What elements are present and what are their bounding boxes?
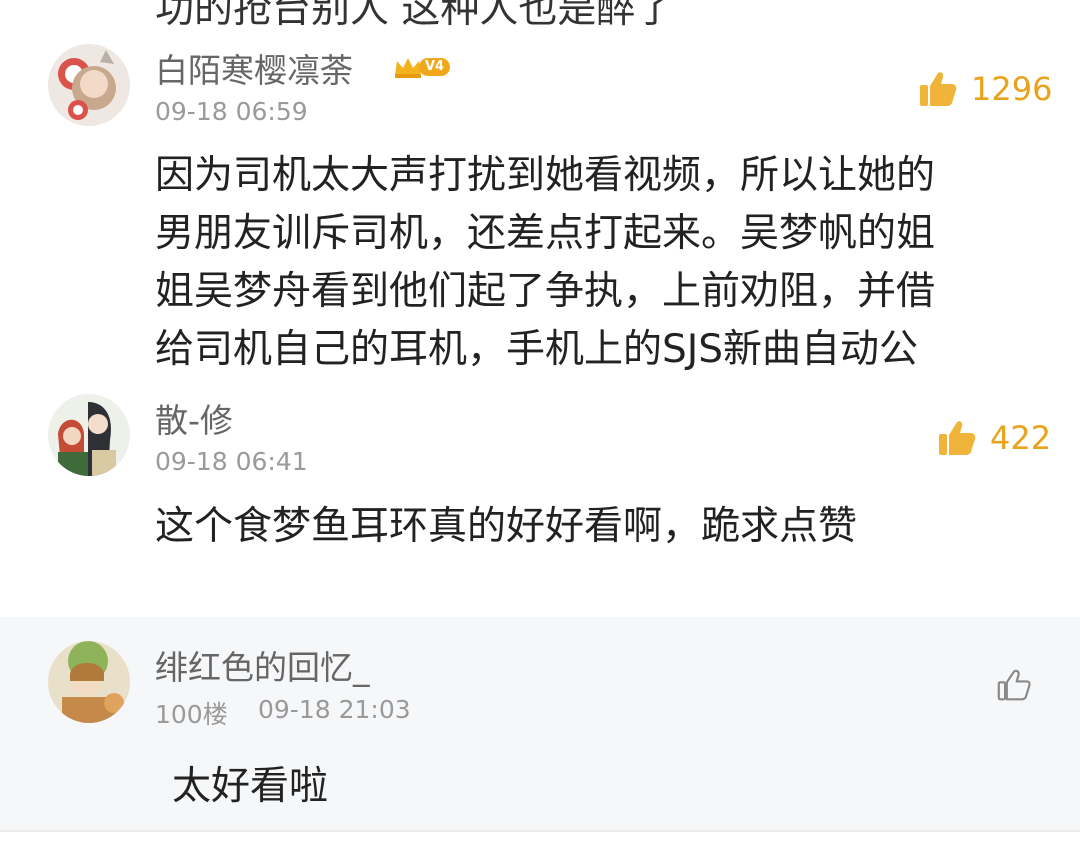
comment-item: 白陌寒樱凛荼 V4 09-18 06:59 1296 因为司机太大声打扰到她看视… <box>0 38 1080 383</box>
comment-timestamp: 09-18 21:03 <box>258 695 411 724</box>
like-button[interactable] <box>997 668 1031 702</box>
comment-text: 因为司机太大声打扰到她看视频，所以让她的 男朋友训斥司机，还差点打起来。吴梦帆的… <box>155 153 936 372</box>
truncated-previous-comment-text: 功的抢台别人 这种人也是醉了 <box>155 0 675 32</box>
username[interactable]: 白陌寒樱凛荼 <box>155 44 353 92</box>
like-count: 422 <box>990 419 1052 457</box>
divider <box>0 830 1080 832</box>
vip-level-label: V4 <box>419 58 451 76</box>
username[interactable]: 绯红色的回忆_ <box>155 641 370 689</box>
avatar-image <box>48 394 130 476</box>
like-button[interactable]: 422 <box>938 419 1051 457</box>
like-count: 1296 <box>971 70 1053 108</box>
vip-badge: V4 <box>393 55 451 79</box>
floor-number: 100楼 <box>155 700 228 729</box>
user-avatar[interactable] <box>48 44 130 126</box>
thumbs-up-icon <box>920 72 957 106</box>
username[interactable]: 散-修 <box>155 394 233 442</box>
comment-timestamp: 09-18 06:41 <box>155 447 308 476</box>
comment-text: 太好看啦 <box>172 764 329 809</box>
thumbs-up-icon <box>939 421 976 455</box>
comment-text: 这个食梦鱼耳环真的好好看啊，跪求点赞 <box>155 504 858 549</box>
comment-timestamp: 09-18 06:59 <box>155 97 308 126</box>
user-avatar[interactable] <box>48 394 130 476</box>
comment-feed: 功的抢台别人 这种人也是醉了 白陌寒樱凛荼 V4 09-18 06:59 129… <box>0 0 1080 844</box>
avatar-image <box>48 44 130 126</box>
like-button[interactable]: 1296 <box>919 70 1052 108</box>
comment-item: 散-修 09-18 06:41 422 这个食梦鱼耳环真的好好看啊，跪求点赞 <box>0 388 1080 614</box>
user-avatar[interactable] <box>48 641 130 723</box>
thumbs-up-outline-icon <box>997 669 1031 701</box>
avatar-image <box>48 641 130 723</box>
reply-item: 绯红色的回忆_ 100楼 09-18 21:03 太好看啦 <box>0 617 1080 830</box>
